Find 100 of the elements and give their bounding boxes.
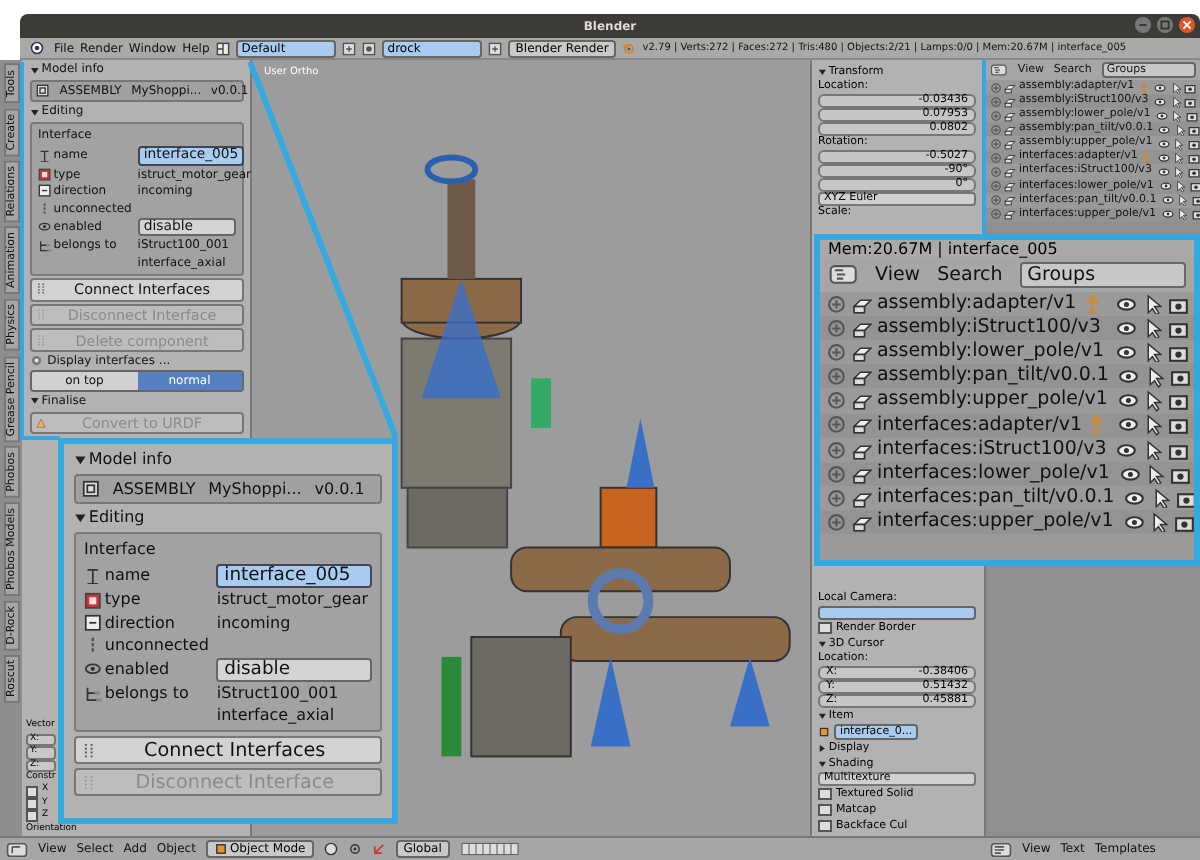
minimize-icon[interactable] xyxy=(1134,16,1152,34)
group-icon xyxy=(851,390,873,412)
editor-type-icon[interactable] xyxy=(990,841,1012,857)
expand-icon xyxy=(825,390,847,412)
expand-icon xyxy=(825,293,847,315)
group-icon xyxy=(851,366,873,388)
outliner-row[interactable]: interfaces:adapter/v1 xyxy=(820,413,1194,438)
disclosure-triangle-icon[interactable] xyxy=(30,396,40,407)
disclosure-triangle-icon[interactable] xyxy=(74,454,87,467)
group-icon xyxy=(851,463,873,485)
layers-icon[interactable] xyxy=(459,842,520,856)
text-cursor-icon xyxy=(38,149,52,163)
camera-icon xyxy=(1170,463,1192,485)
group-icon xyxy=(851,317,873,339)
disclosure-triangle-icon[interactable] xyxy=(818,639,827,649)
group-icon xyxy=(851,293,873,315)
group-icon xyxy=(851,487,873,509)
camera-icon xyxy=(1174,512,1194,533)
connect-button[interactable]: Connect Interfaces xyxy=(74,736,382,765)
group-icon xyxy=(851,512,873,533)
pivot-icon[interactable] xyxy=(347,842,362,856)
cursor-icon xyxy=(1144,366,1165,388)
camera-icon xyxy=(1168,414,1190,436)
editor-type-icon[interactable] xyxy=(990,64,1008,77)
panel-title[interactable]: Editing xyxy=(88,507,145,528)
eye-icon xyxy=(1123,512,1144,533)
blender-logo-icon xyxy=(622,41,637,55)
checkbox[interactable] xyxy=(818,787,832,801)
grip-icon xyxy=(36,307,47,322)
disclosure-triangle-icon[interactable] xyxy=(818,67,827,77)
cursor-icon xyxy=(1142,414,1164,436)
camera-icon xyxy=(1167,341,1189,363)
add-icon[interactable] xyxy=(341,41,356,55)
grip-icon xyxy=(81,773,96,793)
outliner-row[interactable]: interfaces:pan_tilt/v0.0.1 xyxy=(820,486,1194,511)
eye-icon xyxy=(1124,487,1146,509)
cursor-icon xyxy=(1144,463,1166,485)
layout-icon[interactable] xyxy=(215,41,230,55)
outliner-row[interactable]: interfaces:upper_pole/v1 xyxy=(820,510,1194,535)
display-mode-dropdown[interactable]: Groups xyxy=(1019,261,1187,288)
camera-icon xyxy=(1167,439,1189,461)
disclosure-triangle-icon[interactable] xyxy=(818,743,827,753)
frame-icon xyxy=(38,184,52,199)
camera-icon xyxy=(1169,366,1191,388)
expand-icon xyxy=(825,366,847,388)
editor-type-icon[interactable] xyxy=(6,841,28,857)
camera-icon xyxy=(1167,293,1189,315)
text-cursor-icon xyxy=(84,567,102,585)
outliner-row[interactable]: assembly:pan_tilt/v0.0.1 xyxy=(820,364,1194,389)
checkbox[interactable] xyxy=(26,810,39,823)
editor-type-icon[interactable] xyxy=(26,40,48,56)
eye-icon xyxy=(1117,414,1139,436)
grip-icon xyxy=(36,282,47,297)
camera-icon xyxy=(1167,317,1189,339)
disclosure-triangle-icon[interactable] xyxy=(818,711,827,721)
object-icon xyxy=(818,725,831,739)
outliner-row[interactable]: interfaces:iStruct100/v3 xyxy=(820,437,1194,462)
scene-icon[interactable] xyxy=(361,41,376,55)
square-target-icon xyxy=(38,168,52,182)
menu-item[interactable]: View xyxy=(875,263,921,286)
disclosure-triangle-icon[interactable] xyxy=(818,759,827,769)
name-field[interactable]: interface_005 xyxy=(216,564,372,588)
expand-icon xyxy=(825,341,847,363)
property-label: type xyxy=(104,590,143,611)
square-target-icon xyxy=(84,591,102,610)
editor-type-icon[interactable] xyxy=(827,264,858,286)
group-icon xyxy=(851,439,873,461)
expand-icon xyxy=(825,317,847,339)
expand-icon xyxy=(825,487,847,509)
expand-icon xyxy=(825,414,847,436)
camera-icon xyxy=(1168,390,1190,412)
eye-icon xyxy=(84,660,102,679)
checkbox[interactable] xyxy=(818,819,832,833)
toggle-button[interactable]: disable xyxy=(216,658,372,682)
property-label: name xyxy=(104,566,153,586)
outliner-row[interactable]: assembly:iStruct100/v3 xyxy=(820,315,1194,341)
eye-icon xyxy=(1119,463,1141,485)
disclosure-triangle-icon[interactable] xyxy=(74,511,87,524)
checkbox[interactable] xyxy=(818,621,832,635)
disclosure-triangle-icon[interactable] xyxy=(30,107,40,117)
status-text: Mem:20.67M | interface_005 xyxy=(820,240,1194,258)
sphere-icon[interactable] xyxy=(323,842,338,856)
panel-title[interactable]: Model info xyxy=(88,450,172,471)
outliner-row[interactable]: interfaces:lower_pole/v1 xyxy=(820,461,1194,487)
model-type: ASSEMBLY xyxy=(112,480,196,498)
outliner-row[interactable]: assembly:adapter/v1 xyxy=(820,291,1194,316)
property-label: enabled xyxy=(104,660,172,680)
menu-item[interactable]: Search xyxy=(937,263,1003,286)
checkbox[interactable] xyxy=(26,785,39,798)
disclosure-triangle-icon[interactable] xyxy=(30,65,40,75)
eye-icon xyxy=(1116,341,1138,363)
cube-icon xyxy=(82,480,100,498)
camera-field[interactable] xyxy=(818,606,976,620)
outliner-row[interactable]: assembly:lower_pole/v1 xyxy=(820,340,1194,365)
outliner-row[interactable]: assembly:upper_pole/v1 xyxy=(820,388,1194,414)
close-icon[interactable] xyxy=(1178,16,1196,34)
property-label: direction xyxy=(104,613,177,633)
eye-icon xyxy=(1116,317,1138,339)
add-icon[interactable] xyxy=(487,41,502,55)
checkbox[interactable] xyxy=(818,803,832,817)
